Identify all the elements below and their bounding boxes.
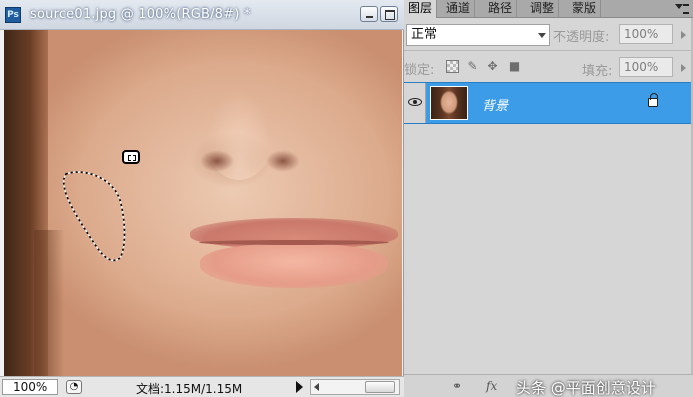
- opacity-label: 不透明度:: [553, 30, 610, 45]
- eye-icon[interactable]: [408, 98, 422, 106]
- layer-thumbnail[interactable]: [430, 86, 468, 120]
- tab-channels[interactable]: 通道: [442, 0, 476, 18]
- layers-list-empty-area[interactable]: [404, 125, 691, 375]
- zoom-field[interactable]: 100%: [2, 379, 58, 395]
- nostril-right: [266, 150, 300, 172]
- link-icon[interactable]: ⚭: [452, 379, 462, 393]
- nostril-left: [200, 150, 234, 172]
- opacity-slider-arrow-icon[interactable]: [681, 31, 686, 39]
- layer-name[interactable]: 背景: [482, 95, 508, 114]
- fill-label: 填充:: [582, 64, 613, 79]
- image-canvas[interactable]: [4, 30, 402, 376]
- scroll-thumb[interactable]: [365, 381, 395, 393]
- panel-tabs: 图层 通道 路径 调整 蒙版: [404, 0, 693, 18]
- tab-paths[interactable]: 路径: [484, 0, 518, 18]
- fx-icon[interactable]: fx: [486, 379, 497, 393]
- tab-adjustments[interactable]: 调整: [526, 0, 560, 18]
- layers-panel: 图层 通道 路径 调整 蒙版 正常 不透明度: 100% 锁定: ✎ ✥ ■ 填…: [404, 0, 693, 397]
- panel-menu-icon[interactable]: [675, 3, 689, 15]
- minimize-button[interactable]: [360, 6, 378, 22]
- lock-label: 锁定:: [404, 63, 435, 78]
- layers-bottom-toolbar: ⚭ fx 头条 @平面创意设计: [404, 374, 693, 397]
- tab-layers[interactable]: 图层: [404, 0, 438, 18]
- layer-lock-icon: [648, 93, 658, 107]
- fill-field[interactable]: 100%: [619, 57, 673, 77]
- status-bar: 100% ◔ 文档:1.15M/1.15M: [0, 376, 404, 397]
- scroll-left-icon[interactable]: [314, 383, 319, 391]
- tab-masks[interactable]: 蒙版: [568, 0, 602, 18]
- fill-slider-arrow-icon[interactable]: [681, 64, 686, 72]
- blend-mode-select[interactable]: 正常: [406, 24, 550, 46]
- status-menu-arrow-icon[interactable]: [296, 381, 303, 393]
- visibility-toggle[interactable]: [404, 83, 426, 123]
- lock-transparent-icon[interactable]: [446, 60, 459, 73]
- document-size: 文档:1.15M/1.15M: [136, 382, 243, 396]
- ps-logo-icon: Ps: [5, 7, 21, 23]
- proof-icon[interactable]: ◔: [66, 380, 82, 394]
- horizontal-scrollbar[interactable]: [310, 379, 400, 395]
- document-window: Ps source01.jpg @ 100%(RGB/8#) * 100% ◔ …: [0, 0, 404, 397]
- opacity-field[interactable]: 100%: [619, 24, 673, 44]
- watermark: 头条 @平面创意设计: [516, 379, 656, 397]
- document-titlebar[interactable]: Ps source01.jpg @ 100%(RGB/8#) *: [0, 0, 404, 30]
- chevron-down-icon[interactable]: [538, 33, 546, 38]
- patch-tool-cursor-icon: [122, 150, 140, 164]
- maximize-button[interactable]: [380, 6, 398, 22]
- layer-row-background[interactable]: 背景: [404, 82, 691, 124]
- photoshop-window: Ps source01.jpg @ 100%(RGB/8#) * 100% ◔ …: [0, 0, 693, 397]
- lasso-selection[interactable]: [60, 170, 130, 266]
- lock-all-icon[interactable]: ■: [508, 60, 521, 73]
- lock-image-brush-icon[interactable]: ✎: [466, 60, 479, 73]
- lip-line: [199, 240, 389, 245]
- document-title: source01.jpg @ 100%(RGB/8#) *: [30, 7, 251, 22]
- lower-lip: [200, 244, 388, 288]
- lock-position-move-icon[interactable]: ✥: [486, 60, 499, 73]
- divider: [404, 50, 693, 51]
